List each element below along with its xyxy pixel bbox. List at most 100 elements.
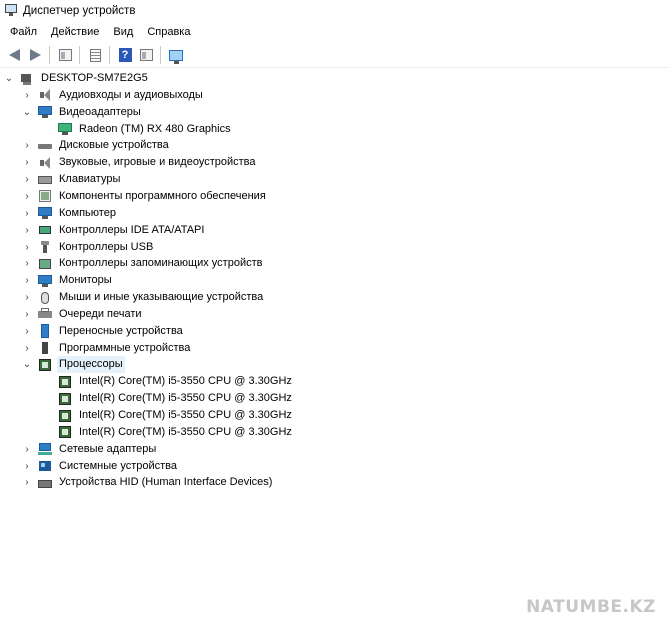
tree-item-label: Процессоры (57, 356, 125, 374)
menu-bar: Файл Действие Вид Справка (0, 22, 670, 42)
chevron-down-icon[interactable]: ⌄ (22, 356, 32, 373)
hid-icon (38, 476, 52, 490)
cpu-icon (58, 392, 72, 406)
tree-item-label: Клавиатуры (59, 173, 121, 186)
tree-category[interactable]: › Очереди печати (22, 306, 144, 323)
tree-category[interactable]: ⌄ Процессоры (22, 356, 125, 374)
tree-device[interactable]: Intel(R) Core(TM) i5-3550 CPU @ 3.30GHz (58, 390, 294, 407)
chevron-right-icon[interactable]: › (22, 255, 32, 272)
back-button[interactable] (4, 45, 24, 65)
storage-icon (38, 257, 52, 271)
scan-hardware-button[interactable] (166, 45, 186, 65)
cpu-icon (38, 358, 52, 372)
tree-item-label: Radeon (TM) RX 480 Graphics (79, 122, 231, 135)
tree-category[interactable]: › Клавиатуры (22, 171, 122, 188)
view-button[interactable] (136, 45, 156, 65)
window-title: Диспетчер устройств (23, 5, 136, 17)
tree-device[interactable]: Intel(R) Core(TM) i5-3550 CPU @ 3.30GHz (58, 373, 294, 390)
audio-icon (38, 156, 52, 170)
chevron-right-icon[interactable]: › (22, 171, 32, 188)
properties-button[interactable] (55, 45, 75, 65)
title-bar: Диспетчер устройств (0, 0, 670, 22)
chevron-right-icon[interactable]: › (22, 441, 32, 458)
tree-item-label: Мониторы (59, 274, 112, 287)
tree-item-label: Контроллеры USB (59, 240, 154, 253)
tree-category[interactable]: › Программные устройства (22, 340, 192, 357)
tree-category[interactable]: › Аудиовходы и аудиовыходы (22, 87, 205, 104)
tree-item-label: Сетевые адаптеры (59, 442, 157, 455)
chevron-right-icon[interactable]: › (22, 154, 32, 171)
chevron-right-icon[interactable]: › (22, 137, 32, 154)
firmware-icon (38, 341, 52, 355)
menu-action[interactable]: Действие (44, 26, 106, 38)
toolbar-separator (49, 46, 50, 64)
portable-icon (38, 324, 52, 339)
ide-icon (38, 223, 52, 237)
tree-device[interactable]: Radeon (TM) RX 480 Graphics (58, 121, 233, 138)
monitor-icon (38, 105, 52, 119)
properties-icon (58, 49, 72, 61)
cpu-icon (58, 375, 72, 389)
view-icon (139, 49, 153, 61)
device-manager-icon (5, 4, 17, 18)
tree-category[interactable]: › Системные устройства (22, 458, 179, 475)
tree-category[interactable]: › Переносные устройства (22, 323, 185, 340)
chevron-right-icon[interactable]: › (22, 323, 32, 340)
chevron-right-icon[interactable]: › (22, 222, 32, 239)
tree-item-label: Intel(R) Core(TM) i5-3550 CPU @ 3.30GHz (79, 375, 292, 388)
chevron-right-icon[interactable]: › (22, 239, 32, 256)
tree-category[interactable]: › Мониторы (22, 272, 114, 289)
tree-category[interactable]: › Компьютер (22, 205, 118, 222)
forward-button[interactable] (25, 45, 45, 65)
tree-item-label: Intel(R) Core(TM) i5-3550 CPU @ 3.30GHz (79, 409, 292, 421)
chevron-right-icon[interactable]: › (22, 87, 32, 104)
tree-category[interactable]: › Контроллеры IDE ATA/ATAPI (22, 222, 206, 239)
list-button[interactable] (85, 45, 105, 65)
menu-help[interactable]: Справка (140, 26, 197, 38)
tree-item-label: Контроллеры запоминающих устройств (59, 257, 263, 270)
tree-root[interactable]: ⌄ DESKTOP-SM7E2G5 (4, 70, 150, 87)
soft-icon (38, 189, 52, 203)
chevron-down-icon[interactable]: ⌄ (4, 70, 14, 87)
list-icon (89, 48, 101, 62)
menu-file[interactable]: Файл (3, 26, 44, 38)
chevron-right-icon[interactable]: › (22, 205, 32, 222)
tree-item-label: Мыши и иные указывающие устройства (59, 291, 264, 304)
menu-view[interactable]: Вид (106, 26, 140, 38)
system-icon (38, 459, 52, 473)
watermark: NATUMBE.KZ (526, 597, 656, 617)
help-button[interactable]: ? (115, 45, 135, 65)
chevron-right-icon[interactable]: › (22, 306, 32, 323)
tree-category[interactable]: › Контроллеры USB (22, 239, 155, 256)
tree-category[interactable]: › Мыши и иные указывающие устройства (22, 289, 265, 306)
chevron-right-icon[interactable]: › (22, 458, 32, 475)
tree-category[interactable]: › Сетевые адаптеры (22, 441, 158, 458)
chevron-right-icon[interactable]: › (22, 272, 32, 289)
tree-item-label: Очереди печати (59, 307, 142, 320)
tree-category[interactable]: › Дисковые устройства (22, 137, 171, 154)
root-icon (20, 72, 34, 86)
toolbar-separator (79, 46, 80, 64)
back-arrow-icon (8, 49, 20, 61)
tree-device[interactable]: Intel(R) Core(TM) i5-3550 CPU @ 3.30GHz (58, 407, 294, 424)
tree-category[interactable]: › Контроллеры запоминающих устройств (22, 255, 264, 272)
chevron-right-icon[interactable]: › (22, 289, 32, 306)
tree-item-label: Видеоадаптеры (59, 105, 141, 118)
chevron-right-icon[interactable]: › (22, 188, 32, 205)
tree-category[interactable]: › Звуковые, игровые и видеоустройства (22, 154, 258, 171)
mouse-icon (38, 291, 52, 305)
usb-icon (38, 240, 52, 254)
tree-item-label: Дисковые устройства (59, 139, 169, 152)
tree-category[interactable]: › Компоненты программного обеспечения (22, 188, 268, 205)
tree-device[interactable]: Intel(R) Core(TM) i5-3550 CPU @ 3.30GHz (58, 424, 294, 441)
chevron-right-icon[interactable]: › (22, 474, 32, 491)
tree-item-label: Устройства HID (Human Interface Devices) (59, 476, 273, 489)
chevron-down-icon[interactable]: ⌄ (22, 104, 32, 121)
tree-item-label: Компьютер (59, 206, 116, 219)
chevron-right-icon[interactable]: › (22, 340, 32, 357)
audio-icon (38, 88, 52, 102)
toolbar-separator (109, 46, 110, 64)
tree-category[interactable]: ⌄ Видеоадаптеры (22, 104, 143, 121)
tree-category[interactable]: › Устройства HID (Human Interface Devices… (22, 474, 274, 491)
tree-item-label: DESKTOP-SM7E2G5 (41, 72, 148, 84)
